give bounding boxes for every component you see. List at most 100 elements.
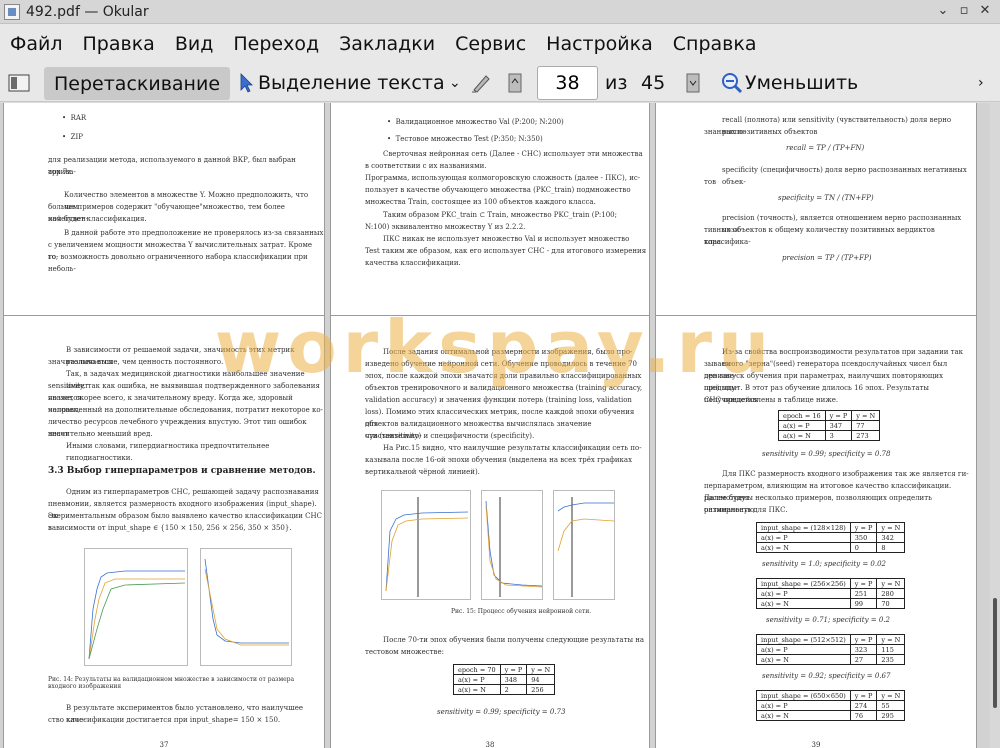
section-heading: 3.3 Выбор гиперпараметров и сравнение ме… (48, 466, 316, 476)
menu-help[interactable]: Справка (663, 33, 767, 55)
page-37-line: Одним из гиперпараметров СНС, решающей з… (66, 488, 319, 496)
menu-view[interactable]: Вид (165, 33, 224, 55)
pks-table-650: input_shape = (650×650) y = Py = N a(x) =… (756, 690, 906, 721)
page-number-label: 38 (485, 741, 495, 748)
sidebar-toggle-button[interactable] (8, 64, 30, 102)
watermark-text: workspay.ru (214, 305, 776, 389)
confusion-table-epoch16: epoch = 16 y = Py = N a(x) = P 347 77 a(x) … (778, 410, 881, 441)
result-512: sensitivity = 0.92; specificity = 0.67 (762, 672, 891, 680)
page-number-input[interactable]: 38 (537, 66, 598, 100)
page-39-line: Для ПКС размерность входного изображения… (722, 470, 969, 478)
minimize-icon[interactable]: ⌄ (934, 2, 952, 20)
restore-icon[interactable]: ▫ (955, 2, 973, 20)
main-toolbar: Перетаскивание Выделение текста ⌄ из 45 … (0, 64, 1000, 102)
zoom-out-icon (722, 73, 743, 94)
page-36-line: тора. (704, 238, 723, 246)
menu-bar: Файл Правка Вид Переход Закладки Сервис … (0, 24, 1000, 64)
page-35-line: Test таким же образом, как его используе… (365, 247, 647, 255)
total-pages: 45 (641, 72, 666, 94)
pks-table-256: input_shape = (256×256) y = Py = N a(x) =… (756, 578, 906, 609)
toolbar-overflow-icon[interactable]: › (978, 64, 984, 102)
scrollbar-thumb[interactable] (993, 598, 997, 708)
page-34-bullet: • RAR (62, 114, 87, 122)
pks-table-512: input_shape = (512×512) y = Py = N a(x) =… (756, 634, 906, 665)
page-34-line: ной будет классификация. (48, 215, 147, 223)
recall-formula: recall = TP / (TP+FN) (786, 144, 865, 152)
menu-tools[interactable]: Сервис (445, 33, 536, 55)
page-number-label: 37 (159, 741, 169, 748)
menu-settings[interactable]: Настройка (536, 33, 663, 55)
pks-table-128: input_shape = (128×128) y = Py = N a(x) =… (756, 522, 906, 553)
page-37-line: ство классификации достигается при input… (48, 716, 281, 724)
next-page-button[interactable] (686, 64, 700, 102)
document-viewport[interactable]: • RAR • ZIP для реализации метода, испол… (0, 103, 990, 748)
page-35-line: N:100) эквивалентно множеству Y из 2.2.2… (365, 223, 526, 231)
figure-15-caption: Рис. 15: Процесс обучения нейронной сети… (451, 608, 592, 615)
page-36-line: тов (704, 178, 717, 186)
chevron-down-icon[interactable]: ⌄ (449, 64, 461, 102)
result-epoch16: sensitivity = 0.99; specificity = 0.78 (762, 450, 891, 458)
figure-15-loss-plot (481, 490, 543, 600)
page-37-line: зависимости от input_shape ∈ {150 × 150,… (48, 524, 292, 532)
page-37-line: направленный на дополнительные обследова… (48, 406, 323, 414)
precision-formula: precision = TP / (TP+FP) (782, 254, 872, 262)
page-36-line: знанных позитивных объектов (704, 128, 818, 136)
browse-tool-button[interactable]: Перетаскивание (44, 67, 231, 100)
mouse-pointer-icon (240, 73, 253, 93)
page-34-line: для реализации метода, используемого в д… (48, 156, 296, 176)
menu-edit[interactable]: Правка (73, 33, 165, 55)
page-35-line: Таким образом PKC_train ⊂ Train, множест… (383, 211, 617, 219)
page-39-line: СНС представлены в таблице ниже. (704, 396, 839, 404)
zoom-out-label: Уменьшить (745, 72, 859, 94)
menu-file[interactable]: Файл (0, 33, 73, 55)
page-37-line: значительно меньший вред. (48, 430, 153, 438)
previous-page-button[interactable] (508, 64, 522, 102)
result-256: sensitivity = 0.71; specificity = 0.2 (766, 616, 890, 624)
page-34-line: В данной работе это предположение не про… (64, 229, 324, 237)
menu-bookmarks[interactable]: Закладки (329, 33, 445, 55)
page-35-line: ПКС никак не использует множество Val и … (383, 235, 630, 243)
page-36-line: тивных объектов к общему количеству пози… (704, 226, 935, 246)
page-number-label: 39 (811, 741, 821, 748)
page-34-line: тор 7z. (48, 168, 74, 176)
page-35-line: в соответствии с их названиями. (365, 162, 487, 170)
zoom-out-button[interactable]: Уменьшить (721, 64, 858, 102)
page-38-line: После 70-ти эпох обучения были получены … (383, 636, 645, 644)
text-selection-tool-button[interactable]: Выделение текста (238, 64, 445, 102)
page-down-icon (686, 73, 700, 93)
page-35-line: Программа, использующая колмогоровскую с… (365, 174, 641, 182)
okular-app-icon (4, 3, 20, 20)
figure-15-sensitivity-plot (553, 490, 615, 600)
page-35-line: пользует в качестве обучающего множества… (365, 186, 631, 194)
page-35-line: качества классификации. (365, 259, 461, 267)
page-35-bullet: • Тестовое множество Test (P:350; N:350) (387, 135, 543, 143)
pen-brush-icon (472, 75, 490, 93)
specificity-formula: specificity = TN / (TN+FP) (778, 194, 874, 202)
sidebar-panel-icon (8, 74, 30, 92)
page-38-line: сти (sensitivity) и специфичности (speci… (365, 432, 535, 440)
title-bar: 492.pdf — Okular ⌄ ▫ ✕ (0, 0, 1000, 24)
figure-15-accuracy-plot (381, 490, 471, 600)
page-up-icon (508, 73, 522, 93)
page-36-line: specificity (специфичность) доля верно р… (722, 166, 967, 186)
figure-14-caption: Рис. 14: Результаты на валидационном мно… (48, 676, 295, 690)
page-35-line: множества Train, состоящее из 100 объект… (365, 198, 596, 206)
menu-go[interactable]: Переход (223, 33, 329, 55)
close-icon[interactable]: ✕ (976, 2, 994, 20)
page-38-line: тестовом множестве: (365, 648, 444, 656)
figure-14-left-plot (84, 548, 188, 666)
page-39-line: размерность для ПКС. (704, 506, 788, 514)
page-38-line: validation accuracy) и значения функции … (365, 396, 632, 404)
vertical-scrollbar[interactable] (990, 103, 1000, 748)
window-title: 492.pdf — Okular (26, 3, 149, 20)
page-35-line: Сверточная нейронная сеть (Далее - СНС) … (383, 150, 643, 158)
text-selection-label: Выделение текста (258, 72, 445, 94)
of-label: из (605, 72, 628, 94)
page-35-bullet: • Валидационное множество Val (P:200; N:… (387, 118, 564, 126)
page-38-line: На Рис.15 видно, что наилучшие результат… (383, 444, 642, 452)
page-34-line: го, возможность довольно ограниченного н… (48, 253, 308, 273)
annotation-tool-button[interactable] (470, 64, 494, 102)
page-37-line: Иными словами, гипердиагностика предпочт… (66, 442, 270, 462)
figure-14-right-plot (200, 548, 292, 666)
result-128: sensitivity = 1.0; specificity = 0.02 (762, 560, 886, 568)
